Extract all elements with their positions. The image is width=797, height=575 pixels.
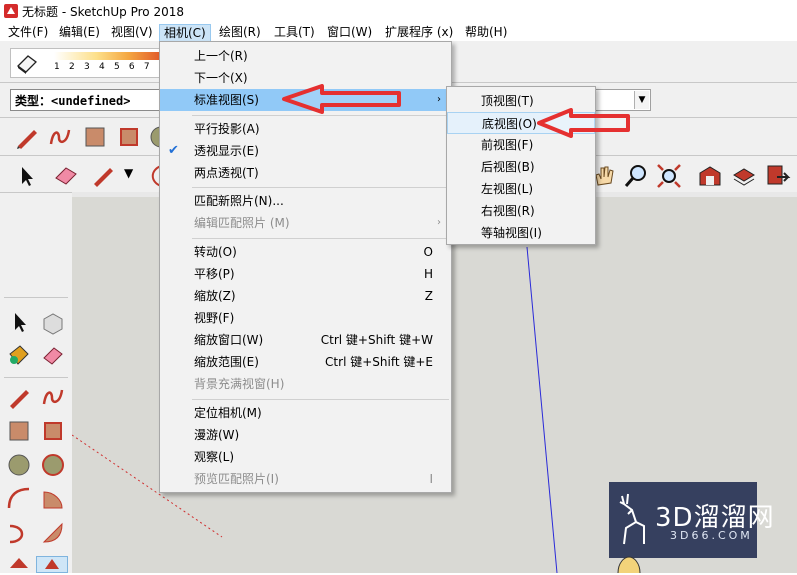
title-bar: 无标题 - SketchUp Pro 2018 — [0, 0, 797, 22]
two-point-arc-icon[interactable] — [40, 520, 66, 546]
freehand-icon[interactable] — [47, 124, 73, 150]
menu-draw[interactable]: 绘图(R) — [215, 24, 265, 42]
zoom-extents-icon[interactable] — [656, 163, 682, 189]
annotation-arrow-icon — [282, 84, 401, 114]
eraser-icon[interactable] — [14, 52, 40, 74]
menu-item-back-view[interactable]: 后视图(B) — [447, 156, 595, 178]
component-icon[interactable] — [40, 310, 66, 336]
arc-icon[interactable] — [6, 486, 32, 512]
menu-item-parallel-projection[interactable]: 平行投影(A) — [160, 118, 451, 140]
chevron-right-icon: › — [437, 94, 441, 105]
checkmark-icon: ✔ — [168, 143, 179, 158]
menu-item-iso-view[interactable]: 等轴视图(I) — [447, 222, 595, 244]
menu-item-orbit[interactable]: 转动(O) O — [160, 241, 451, 263]
figure-silhouette — [617, 556, 641, 573]
menu-separator — [192, 187, 449, 188]
chevron-right-icon: › — [437, 217, 441, 228]
menu-camera[interactable]: 相机(C) — [159, 24, 211, 42]
chevron-down-icon[interactable]: ▼ — [124, 166, 133, 180]
menu-item-pan[interactable]: 平移(P) H — [160, 263, 451, 285]
select-arrow-icon[interactable] — [8, 310, 32, 334]
menu-extensions[interactable]: 扩展程序 (x) — [381, 24, 457, 42]
select-arrow-icon[interactable] — [16, 164, 38, 188]
share-model-icon[interactable] — [731, 163, 757, 189]
annotation-arrow-icon — [537, 108, 630, 138]
menu-item-edit-matched-photo: 编辑匹配照片 (M) › — [160, 212, 451, 234]
menu-item-walk[interactable]: 漫游(W) — [160, 424, 451, 446]
menu-separator — [192, 115, 449, 116]
circle-icon[interactable] — [6, 452, 32, 478]
warehouse-icon[interactable] — [697, 163, 723, 189]
chevron-down-icon[interactable]: ▼ — [634, 91, 649, 109]
eraser-tool-icon[interactable] — [40, 342, 66, 368]
menu-file[interactable]: 文件(F) — [4, 24, 52, 42]
sketchup-logo-icon — [4, 4, 18, 18]
type-field[interactable]: 类型：<undefined> — [10, 89, 160, 111]
menu-separator — [192, 238, 449, 239]
rectangle-icon[interactable] — [82, 124, 108, 150]
menu-view[interactable]: 视图(V) — [107, 24, 157, 42]
menu-item-zoom-to-photo: 背景充满视窗(H) — [194, 377, 285, 391]
menu-separator — [192, 399, 449, 400]
menu-item-position-camera[interactable]: 定位相机(M) — [160, 402, 451, 424]
menu-tools[interactable]: 工具(T) — [270, 24, 319, 42]
menu-help[interactable]: 帮助(H) — [461, 24, 511, 42]
window-title: 无标题 - SketchUp Pro 2018 — [22, 5, 184, 19]
pencil-icon[interactable] — [6, 384, 32, 410]
menu-item-previous[interactable]: 上一个(R) — [160, 45, 451, 67]
scale-gradient — [54, 52, 160, 60]
watermark-subtitle: 3D66.COM — [670, 529, 753, 542]
menu-item-look-around[interactable]: 观察(L) — [160, 446, 451, 468]
menu-item-left-view[interactable]: 左视图(L) — [447, 178, 595, 200]
deer-logo-icon — [619, 493, 645, 545]
menu-item-preview-matched-photo: 预览匹配照片(I) I — [194, 472, 433, 486]
rectangle-icon[interactable] — [6, 418, 32, 444]
pencil-line-icon[interactable] — [90, 162, 116, 188]
menu-item-zoom-window[interactable]: 缩放窗口(W) Ctrl 键+Shift 键+W — [160, 329, 451, 351]
extension-warehouse-icon[interactable] — [765, 163, 791, 189]
menu-item-zoom[interactable]: 缩放(Z) Z — [160, 285, 451, 307]
menu-item-field-of-view[interactable]: 视野(F) — [160, 307, 451, 329]
menu-item-zoom-extents[interactable]: 缩放范围(E) Ctrl 键+Shift 键+E — [160, 351, 451, 373]
menu-edit[interactable]: 编辑(E) — [55, 24, 104, 42]
menu-item-right-view[interactable]: 右视图(R) — [447, 200, 595, 222]
rotated-rectangle-icon[interactable] — [116, 124, 142, 150]
three-point-arc-icon[interactable] — [6, 520, 32, 546]
menu-item-match-new-photo[interactable]: 匹配新照片(N)... — [160, 190, 451, 212]
rotated-rectangle-icon[interactable] — [40, 418, 66, 444]
pie-icon[interactable] — [40, 486, 66, 512]
push-pull-icon[interactable] — [6, 556, 32, 573]
menu-window[interactable]: 窗口(W) — [323, 24, 376, 42]
menu-item-two-point-perspective[interactable]: 两点透视(T) — [160, 162, 451, 184]
move-tool-button[interactable] — [36, 556, 68, 573]
pencil-icon[interactable] — [14, 124, 40, 150]
paint-bucket-icon[interactable] — [6, 342, 32, 368]
zoom-icon[interactable] — [623, 163, 649, 189]
polygon-icon[interactable] — [40, 452, 66, 478]
menu-item-perspective[interactable]: ✔ 透视显示(E) — [160, 140, 451, 162]
eraser-tool-icon[interactable] — [52, 162, 80, 188]
menu-bar: 文件(F) 编辑(E) 视图(V) 相机(C) 绘图(R) 工具(T) 窗口(W… — [0, 22, 797, 42]
freehand-icon[interactable] — [40, 384, 66, 410]
